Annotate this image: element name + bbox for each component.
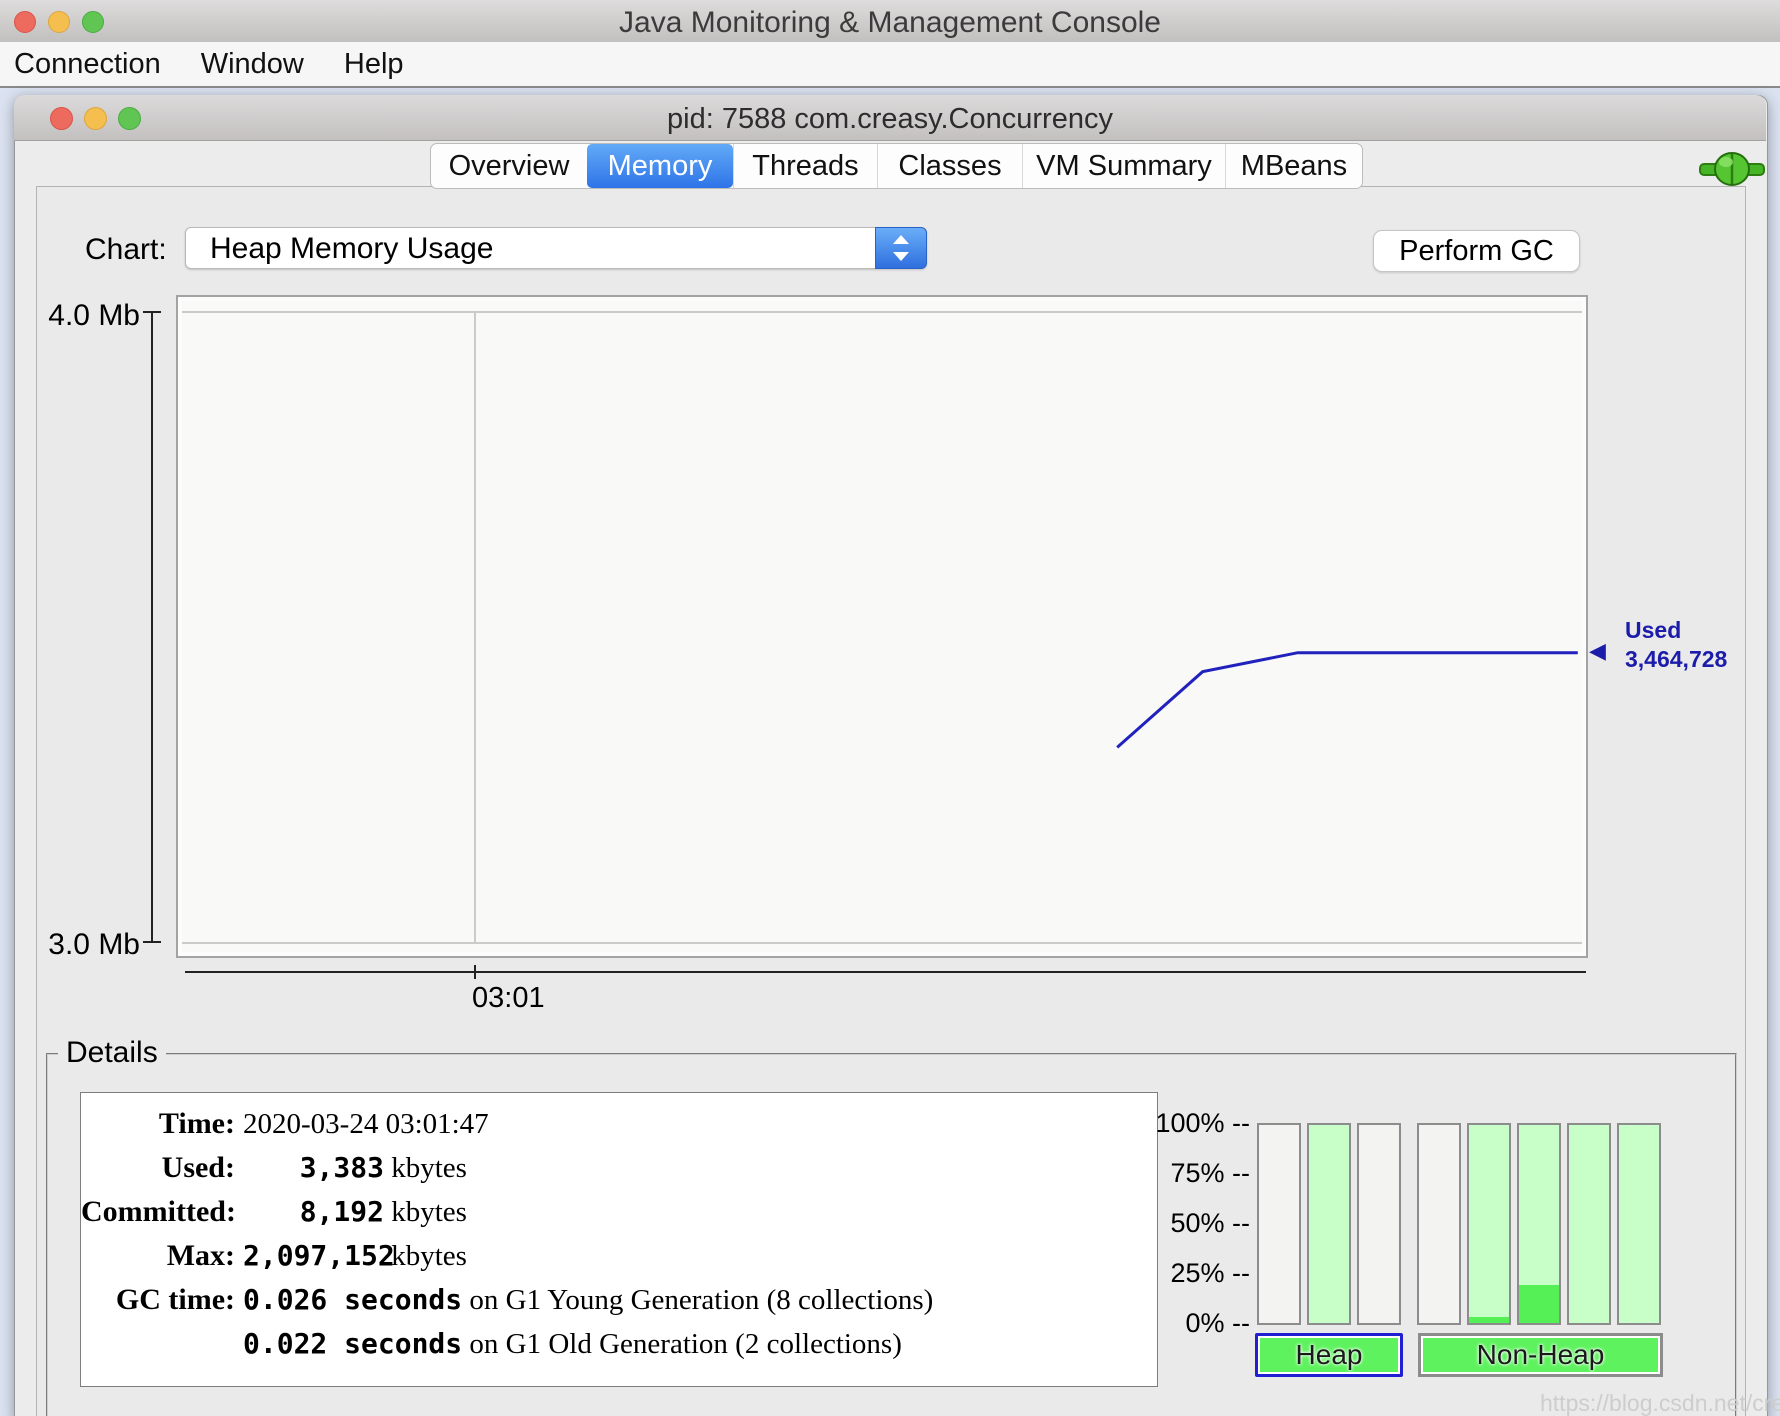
heap-pool-bar (1257, 1123, 1301, 1325)
gauge-axis-label: 0% -- (1130, 1308, 1250, 1339)
details-row-value: 2020-03-24 03:01:47 (235, 1102, 489, 1146)
non-heap-pool-bar (1567, 1123, 1611, 1325)
menu-window[interactable]: Window (201, 48, 304, 81)
screen: Java Monitoring & Management Console Con… (0, 0, 1780, 1416)
y-axis-tick-top (143, 311, 161, 313)
details-legend: Details (58, 1036, 166, 1070)
details-row: GC time:0.026 seconds on G1 Young Genera… (81, 1278, 1157, 1322)
x-axis-line (185, 971, 1586, 973)
y-axis-label-top: 4.0 Mb (40, 299, 140, 333)
connected-plug-icon (1698, 150, 1766, 188)
inner-titlebar: pid: 7588 com.creasy.Concurrency (14, 95, 1766, 141)
x-axis-tick (474, 965, 476, 979)
menu-connection[interactable]: Connection (14, 48, 161, 81)
heap-usage-line-chart (182, 301, 1582, 952)
gauge-axis-label: 50% -- (1130, 1208, 1250, 1239)
chevron-updown-icon (875, 227, 927, 269)
used-series-name: Used (1625, 616, 1727, 645)
gauge-axis-label: 25% -- (1130, 1258, 1250, 1289)
tab-vm-summary[interactable]: VM Summary (1022, 144, 1225, 188)
tab-classes[interactable]: Classes (877, 144, 1022, 188)
x-axis-label: 03:01 (472, 982, 545, 1015)
heap-pool-bar (1307, 1123, 1351, 1325)
details-row: Used:3,383 kbytes (81, 1146, 1157, 1190)
details-row: Time:2020-03-24 03:01:47 (81, 1102, 1157, 1146)
non-heap-pool-bar (1467, 1123, 1511, 1325)
non-heap-button[interactable]: Non-Heap (1418, 1333, 1663, 1377)
watermark: https://blog.csdn.net/creasylai19 (1540, 1390, 1772, 1416)
tab-threads[interactable]: Threads (733, 144, 877, 188)
inner-window-title: pid: 7588 com.creasy.Concurrency (14, 103, 1766, 136)
tab-bar: OverviewMemoryThreadsClassesVM SummaryMB… (430, 143, 1363, 189)
perform-gc-button[interactable]: Perform GC (1373, 230, 1580, 272)
details-row-value: 2,097,152 kbytes (235, 1234, 467, 1278)
window-title: Java Monitoring & Management Console (0, 6, 1780, 40)
gauge-axis-label: 100% -- (1130, 1108, 1250, 1139)
details-row-value: 3,383 kbytes (235, 1146, 467, 1190)
chart-select[interactable]: Heap Memory Usage (185, 227, 927, 269)
tab-memory[interactable]: Memory (587, 144, 733, 188)
y-axis-line (151, 312, 153, 943)
chart-label: Chart: (85, 233, 167, 267)
details-row-value: 8,192 kbytes (235, 1190, 467, 1234)
details-row-label: Committed: (81, 1190, 235, 1234)
chart-plot (182, 301, 1582, 952)
details-panel: Time:2020-03-24 03:01:47Used:3,383 kbyte… (80, 1092, 1158, 1387)
details-row-label: GC time: (81, 1278, 235, 1322)
outer-titlebar: Java Monitoring & Management Console (0, 0, 1780, 43)
tab-overview[interactable]: Overview (431, 144, 587, 188)
memory-chart (176, 295, 1588, 958)
menu-bar: Connection Window Help (0, 42, 1780, 88)
details-row-label: Used: (81, 1146, 235, 1190)
details-row-value: 0.022 seconds on G1 Old Generation (2 co… (235, 1322, 902, 1366)
heap-pool-bar (1357, 1123, 1401, 1325)
y-axis-label-bottom: 3.0 Mb (40, 928, 140, 962)
non-heap-pool-bar (1517, 1123, 1561, 1325)
details-row: Max:2,097,152 kbytes (81, 1234, 1157, 1278)
non-heap-pool-bar (1617, 1123, 1661, 1325)
series-pointer-icon: ◀ (1589, 638, 1606, 664)
non-heap-pool-bar (1417, 1123, 1461, 1325)
menu-help[interactable]: Help (344, 48, 404, 81)
details-row: 0.022 seconds on G1 Old Generation (2 co… (81, 1322, 1157, 1366)
tab-mbeans[interactable]: MBeans (1225, 144, 1362, 188)
gauge-axis-label: 75% -- (1130, 1158, 1250, 1189)
heap-button[interactable]: Heap (1255, 1333, 1403, 1377)
used-series-value: 3,464,728 (1625, 645, 1727, 674)
y-axis-tick-bottom (143, 941, 161, 943)
details-row-value: 0.026 seconds on G1 Young Generation (8 … (235, 1278, 933, 1322)
details-row: Committed:8,192 kbytes (81, 1190, 1157, 1234)
details-row-label: Max: (81, 1234, 235, 1278)
chart-select-value: Heap Memory Usage (210, 232, 493, 266)
used-series-label: Used 3,464,728 (1625, 616, 1727, 674)
details-row-label: Time: (81, 1102, 235, 1146)
